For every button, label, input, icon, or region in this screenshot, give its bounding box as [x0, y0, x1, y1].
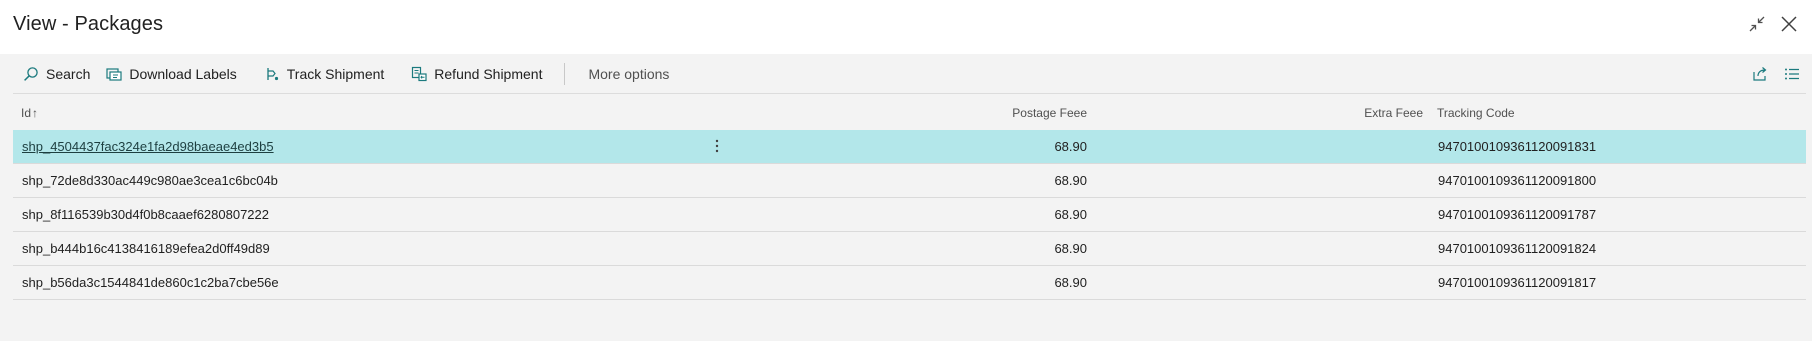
sort-ascending-icon: ↑	[32, 106, 39, 120]
cell-tracking-code: 9470100109361120091831	[1438, 139, 1597, 154]
list-view-icon	[1785, 68, 1799, 79]
cell-id[interactable]: shp_b444b16c4138416189efea2d0ff49d89	[22, 241, 270, 256]
table-row[interactable]: shp_8f116539b30d4f0b8caaef6280807222 68.…	[13, 198, 1806, 232]
track-shipment-button[interactable]: Track Shipment	[264, 59, 385, 89]
cell-tracking-code: 9470100109361120091800	[1438, 173, 1597, 188]
refund-shipment-label: Refund Shipment	[434, 65, 543, 82]
table-row[interactable]: shp_b56da3c1544841de860c1c2ba7cbe56e 68.…	[13, 266, 1806, 300]
track-shipment-icon	[264, 66, 280, 82]
cell-id[interactable]: shp_b56da3c1544841de860c1c2ba7cbe56e	[22, 275, 279, 290]
column-header-postage-fee[interactable]: Postage Feee	[1012, 106, 1087, 120]
close-button[interactable]	[1777, 12, 1801, 36]
cell-postage-fee: 68.90	[1054, 275, 1087, 290]
share-icon	[1753, 66, 1767, 81]
row-actions-button[interactable]	[710, 136, 724, 156]
track-shipment-label: Track Shipment	[286, 65, 385, 82]
column-header-id[interactable]: Id↑	[21, 106, 38, 120]
collapse-button[interactable]	[1745, 12, 1769, 36]
cell-postage-fee: 68.90	[1054, 173, 1087, 188]
refund-shipment-button[interactable]: Refund Shipment	[411, 59, 542, 89]
close-icon	[1781, 16, 1797, 32]
action-bar: Search Download Labels Track Shipment Re…	[13, 54, 1806, 94]
cell-id[interactable]: shp_72de8d330ac449c980ae3cea1c6bc04b	[22, 173, 278, 188]
cell-postage-fee: 68.90	[1054, 207, 1087, 222]
cell-tracking-code: 9470100109361120091817	[1438, 275, 1597, 290]
cell-tracking-code: 9470100109361120091824	[1438, 241, 1597, 256]
download-labels-button[interactable]: Download Labels	[106, 59, 237, 89]
download-labels-label: Download Labels	[129, 65, 237, 82]
column-header-tracking-code[interactable]: Tracking Code	[1437, 106, 1515, 120]
refund-shipment-icon	[411, 66, 427, 82]
page-title: View - Packages	[13, 13, 164, 35]
action-separator	[564, 62, 566, 85]
kebab-menu-icon	[715, 139, 719, 153]
table-row[interactable]: shp_4504437fac324e1fa2d98baeae4ed3b5 68.…	[13, 130, 1806, 164]
search-label: Search	[46, 65, 91, 82]
more-options-button[interactable]: More options	[588, 59, 669, 89]
search-icon	[23, 66, 39, 82]
cell-id[interactable]: shp_4504437fac324e1fa2d98baeae4ed3b5	[22, 139, 274, 154]
cell-postage-fee: 68.90	[1054, 241, 1087, 256]
column-header-extra-fee[interactable]: Extra Feee	[1364, 106, 1423, 120]
collapse-icon	[1749, 16, 1765, 32]
table-row[interactable]: shp_72de8d330ac449c980ae3cea1c6bc04b 68.…	[13, 164, 1806, 198]
share-button[interactable]	[1752, 66, 1768, 82]
download-labels-icon	[106, 66, 122, 82]
cell-postage-fee: 68.90	[1054, 139, 1087, 154]
right-toolbar	[1752, 54, 1806, 93]
column-header-id-label: Id	[21, 106, 32, 120]
table-body: shp_4504437fac324e1fa2d98baeae4ed3b5 68.…	[13, 130, 1806, 300]
cell-id[interactable]: shp_8f116539b30d4f0b8caaef6280807222	[22, 207, 269, 222]
table-row[interactable]: shp_b444b16c4138416189efea2d0ff49d89 68.…	[13, 232, 1806, 266]
cell-tracking-code: 9470100109361120091787	[1438, 207, 1597, 222]
search-button[interactable]: Search	[23, 59, 90, 89]
list-view-button[interactable]	[1784, 66, 1800, 82]
title-bar: View - Packages	[0, 0, 1812, 54]
